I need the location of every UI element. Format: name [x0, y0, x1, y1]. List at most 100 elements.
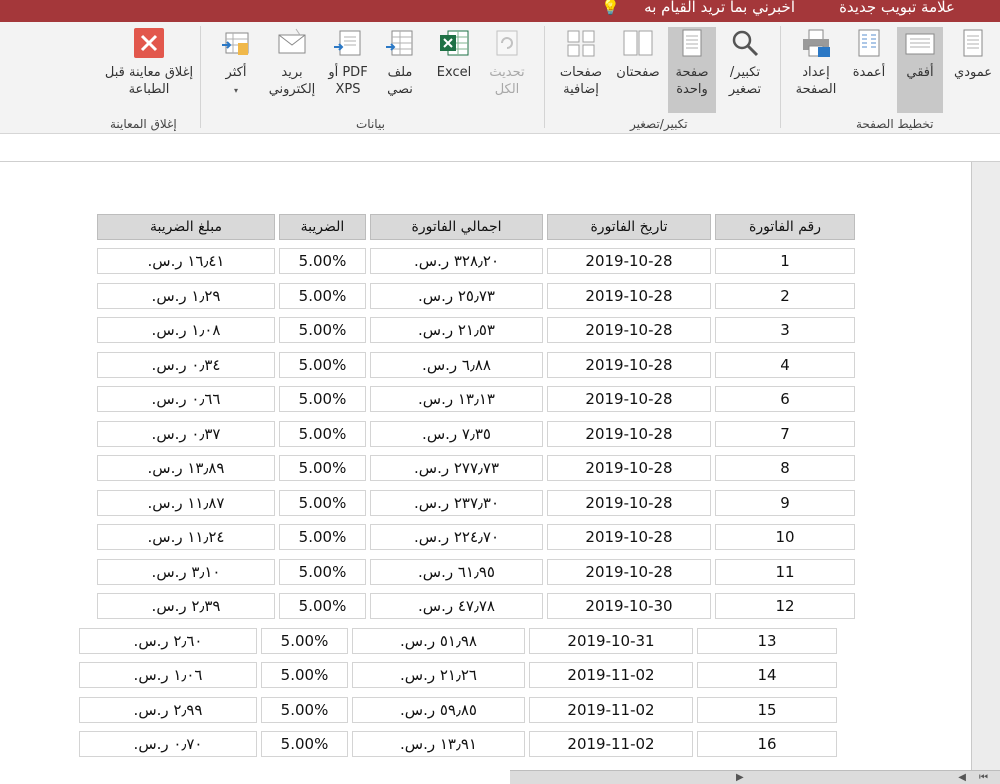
- pdf-xps-export-label: PDF أو XPS: [328, 65, 368, 97]
- text-file-export-button[interactable]: ملف نصي: [378, 27, 422, 98]
- page-setup-button[interactable]: إعداد الصفحة: [790, 27, 842, 98]
- cell-tax-amount: ١١٫٨٧ ر.س.: [97, 489, 275, 516]
- text-file-icon: [384, 27, 416, 61]
- cell-tax-amount: ١١٫٢٤ ر.س.: [97, 524, 275, 550]
- header-invoice-number: رقم الفاتورة: [715, 214, 855, 240]
- cell-invoice-total: ١٣٫١٣ ر.س.: [370, 386, 543, 412]
- zoom-label: تكبير/ تصغير: [728, 65, 762, 97]
- pdf-xps-export-button[interactable]: PDF أو XPS: [326, 27, 370, 98]
- lightbulb-icon: 💡: [601, 0, 620, 16]
- cell-tax-amount: ٢٫٣٩ ر.س.: [97, 593, 275, 619]
- email-icon: [276, 27, 308, 61]
- cell-invoice-date: 2019-11-02: [529, 696, 693, 723]
- cell-tax-rate: 5.00%: [279, 558, 366, 585]
- landscape-label: أفقي: [906, 65, 934, 80]
- more-export-icon: [220, 27, 252, 61]
- close-print-preview-button[interactable]: إغلاق معاينة قبل الطباعة: [103, 27, 195, 98]
- cell-invoice-number: 16: [697, 731, 837, 757]
- next-page-icon[interactable]: ▶: [736, 772, 744, 783]
- cell-invoice-total: ٢٢٤٫٧٠ ر.س.: [370, 524, 543, 550]
- title-bar: علامة تبويب جديدة أخبرني بما تريد القيام…: [0, 0, 1000, 22]
- more-export-label: أكثر: [225, 65, 247, 80]
- cell-invoice-number: 15: [697, 696, 837, 723]
- close-x-icon: [133, 27, 165, 61]
- zoom-button[interactable]: تكبير/ تصغير: [720, 27, 770, 98]
- cell-invoice-date: 2019-10-28: [547, 455, 711, 481]
- chevron-down-icon: ▾: [233, 86, 238, 95]
- tell-me-box[interactable]: أخبرني بما تريد القيام به: [644, 0, 795, 15]
- header-tax-rate: الضريبة: [279, 214, 366, 240]
- cell-invoice-date: 2019-10-28: [547, 248, 711, 274]
- cell-invoice-number: 7: [715, 420, 855, 447]
- cell-invoice-total: ٦١٫٩٥ ر.س.: [370, 558, 543, 585]
- excel-icon: [438, 27, 470, 61]
- one-page-icon: [676, 27, 708, 61]
- cell-invoice-number: 13: [697, 627, 837, 654]
- report-page: رقم الفاتورة تاريخ الفاتورة اجمالي الفات…: [0, 162, 972, 784]
- cell-tax-rate: 5.00%: [261, 696, 348, 723]
- cell-tax-rate: 5.00%: [261, 731, 348, 757]
- one-page-label: صفحة واحدة: [675, 65, 709, 97]
- columns-button[interactable]: أعمدة: [846, 27, 892, 81]
- cell-tax-rate: 5.00%: [279, 593, 366, 619]
- cell-tax-amount: ١٫٠٨ ر.س.: [97, 317, 275, 343]
- group-label-data: بيانات: [356, 117, 385, 131]
- more-pages-button[interactable]: صفحات إضافية: [554, 27, 608, 98]
- excel-export-label: Excel: [436, 65, 472, 80]
- cell-invoice-date: 2019-10-31: [529, 627, 693, 654]
- one-page-button[interactable]: صفحة واحدة: [668, 27, 716, 113]
- printer-icon: [800, 27, 832, 61]
- cell-invoice-number: 11: [715, 558, 855, 585]
- cell-invoice-total: ٧٫٣٥ ر.س.: [370, 420, 543, 447]
- cell-tax-rate: 5.00%: [279, 386, 366, 412]
- cell-tax-amount: ٠٫٦٦ ر.س.: [97, 386, 275, 412]
- vertical-scrollbar[interactable]: [972, 162, 1000, 772]
- cell-invoice-date: 2019-10-28: [547, 558, 711, 585]
- cell-tax-amount: ٠٫٣٧ ر.س.: [97, 420, 275, 447]
- previous-page-icon[interactable]: ◀: [958, 772, 966, 783]
- cell-invoice-number: 8: [715, 455, 855, 481]
- cell-invoice-total: ٥١٫٩٨ ر.س.: [352, 627, 525, 654]
- more-pages-label: صفحات إضافية: [559, 65, 603, 97]
- cell-invoice-total: ٢١٫٥٣ ر.س.: [370, 317, 543, 343]
- first-page-icon[interactable]: ⏮: [979, 772, 988, 783]
- cell-tax-amount: ١٣٫٨٩ ر.س.: [97, 455, 275, 481]
- excel-export-button[interactable]: Excel: [431, 27, 477, 81]
- email-export-button[interactable]: بريد إلكتروني: [263, 27, 321, 98]
- magnifier-icon: [729, 27, 761, 61]
- cell-tax-amount: ٢٫٦٠ ر.س.: [79, 627, 257, 654]
- header-tax-amount: مبلغ الضريبة: [97, 214, 275, 240]
- landscape-icon: [904, 27, 936, 61]
- group-label-zoom: تكبير/تصغير: [630, 117, 688, 131]
- cell-invoice-number: 3: [715, 317, 855, 343]
- two-pages-button[interactable]: صفحتان: [612, 27, 664, 81]
- cell-invoice-date: 2019-10-28: [547, 524, 711, 550]
- group-separator: [780, 26, 781, 128]
- portrait-button[interactable]: عمودي: [948, 27, 998, 81]
- cell-invoice-date: 2019-10-28: [547, 317, 711, 343]
- cell-invoice-date: 2019-11-02: [529, 662, 693, 688]
- cell-tax-amount: ١٫٠٦ ر.س.: [79, 662, 257, 688]
- group-label-close-preview: إغلاق المعاينة: [110, 117, 177, 131]
- more-export-button[interactable]: أكثر ▾: [214, 27, 258, 99]
- ribbon: إغلاق معاينة قبل الطباعة إغلاق المعاينة …: [0, 22, 1000, 134]
- portrait-icon: [957, 27, 989, 61]
- cell-invoice-number: 14: [697, 662, 837, 688]
- cell-invoice-total: ٦٫٨٨ ر.س.: [370, 351, 543, 378]
- refresh-all-button[interactable]: تحديث الكل: [484, 27, 530, 98]
- multiple-pages-icon: [565, 27, 597, 61]
- new-tab-label[interactable]: علامة تبويب جديدة: [839, 0, 955, 15]
- cell-invoice-date: 2019-10-28: [547, 351, 711, 378]
- email-export-label: بريد إلكتروني: [268, 65, 316, 97]
- cell-tax-amount: ١٫٢٩ ر.س.: [97, 282, 275, 309]
- text-file-export-label: ملف نصي: [387, 65, 413, 97]
- cell-invoice-date: 2019-10-30: [547, 593, 711, 619]
- close-print-preview-label: إغلاق معاينة قبل الطباعة: [104, 65, 194, 97]
- page-setup-label: إعداد الصفحة: [795, 65, 837, 97]
- cell-invoice-date: 2019-10-28: [547, 282, 711, 309]
- cell-tax-amount: ٠٫٣٤ ر.س.: [97, 351, 275, 378]
- cell-invoice-number: 12: [715, 593, 855, 619]
- landscape-button[interactable]: أفقي: [897, 27, 943, 113]
- cell-invoice-number: 4: [715, 351, 855, 378]
- cell-tax-amount: ٢٫٩٩ ر.س.: [79, 696, 257, 723]
